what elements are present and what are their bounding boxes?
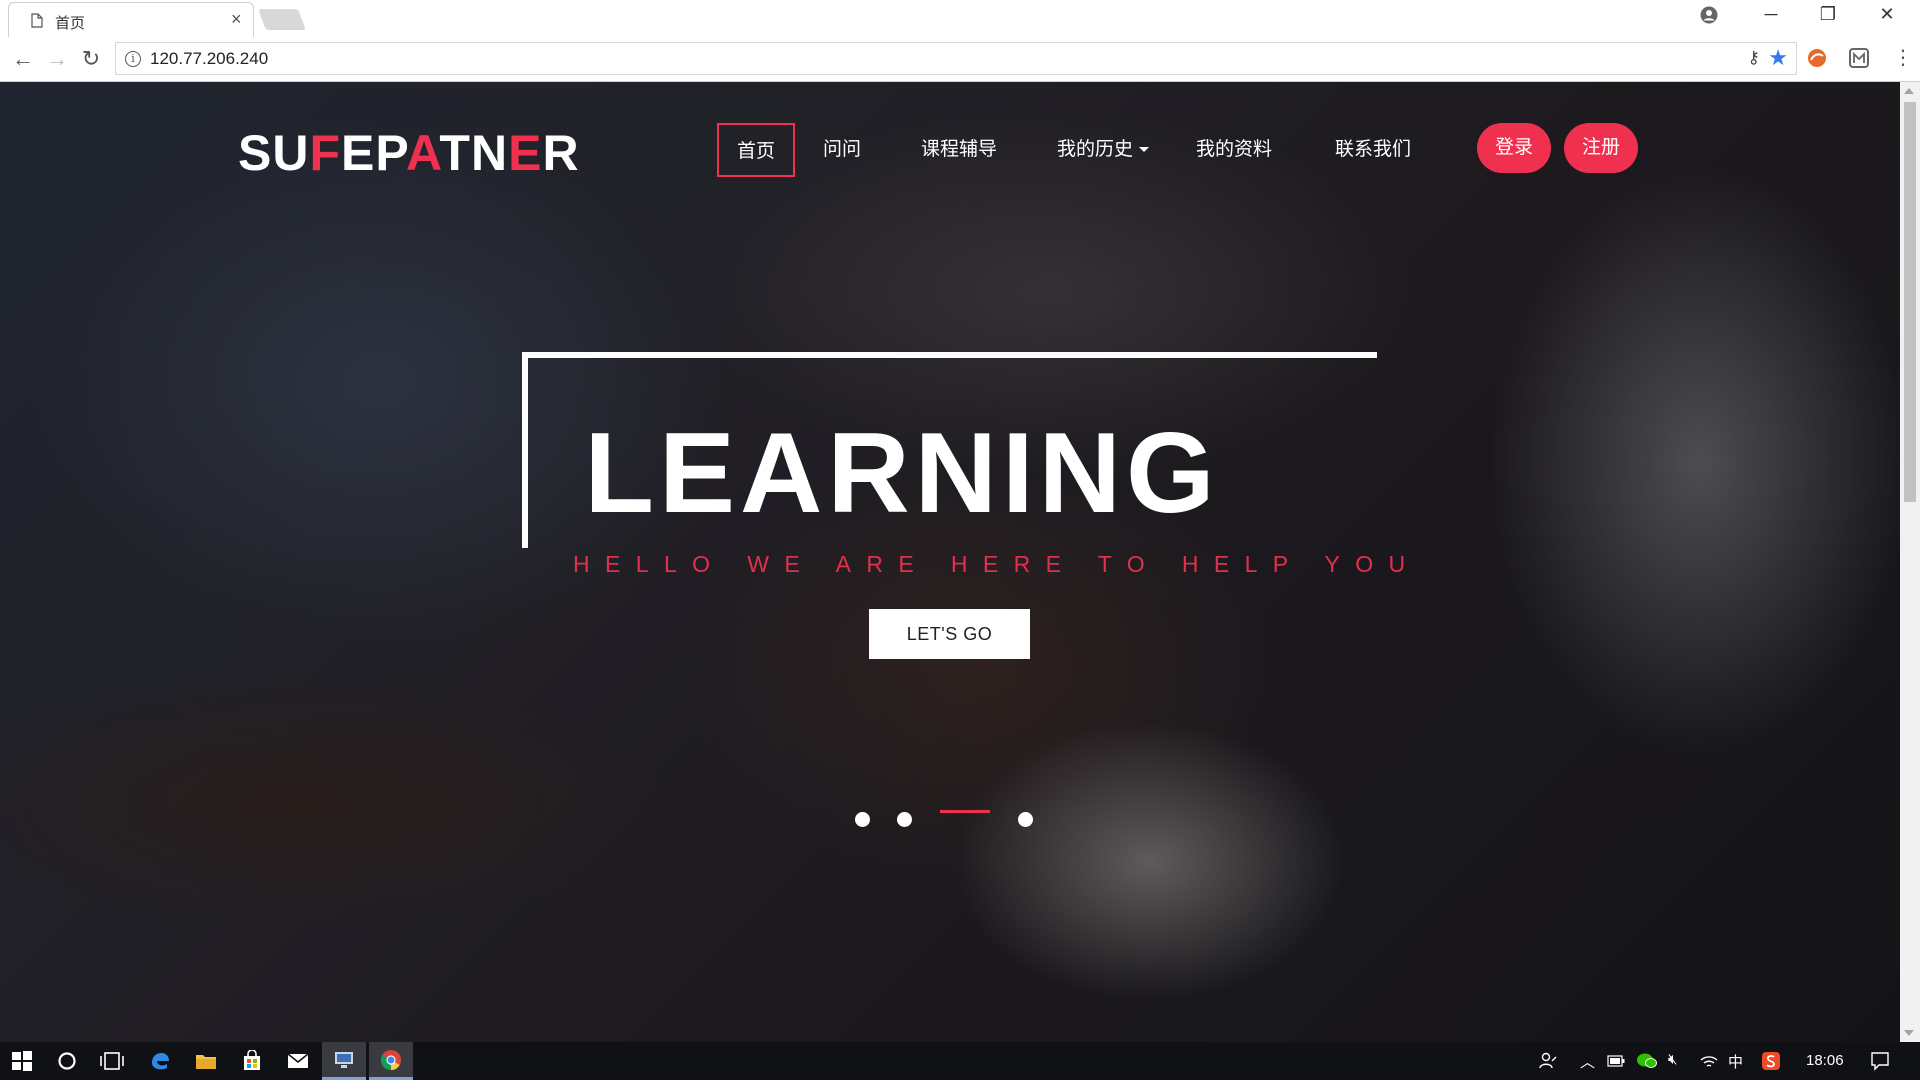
task-view-icon (100, 1052, 124, 1070)
edge-taskbar-button[interactable] (138, 1042, 182, 1080)
browser-menu-icon[interactable]: ⋮ (1893, 45, 1913, 70)
site-logo[interactable]: SUFEPATNER (238, 124, 580, 182)
store-bag-icon (244, 1050, 260, 1070)
logo-part-accent: E (508, 125, 543, 181)
chrome-taskbar-button[interactable] (369, 1042, 413, 1080)
page-scrollbar[interactable] (1900, 82, 1920, 1042)
task-view-button[interactable] (90, 1042, 134, 1080)
file-explorer-button[interactable] (184, 1042, 228, 1080)
hero-frame-top (522, 352, 1377, 358)
app-taskbar-button[interactable] (322, 1042, 366, 1080)
new-tab-button[interactable] (258, 9, 306, 30)
logo-part-accent: F (309, 125, 342, 181)
start-button[interactable] (0, 1042, 44, 1080)
url-text[interactable]: 120.77.206.240 (150, 49, 268, 69)
browser-toolbar: ← → ↻ i 120.77.206.240 ⚷ ★ ⋮ (0, 37, 1920, 82)
logo-part: R (542, 125, 580, 181)
lets-go-button[interactable]: LET'S GO (869, 609, 1030, 659)
forward-icon[interactable]: → (44, 46, 70, 72)
windows-taskbar: ︿ 🔇︎ 中 18:06 (0, 1042, 1920, 1080)
address-bar[interactable]: i 120.77.206.240 ⚷ ★ (115, 42, 1797, 75)
restore-icon[interactable]: ❐ (1813, 4, 1843, 25)
login-button[interactable]: 登录 (1477, 123, 1551, 173)
nav-item-ask[interactable]: 问问 (812, 123, 872, 177)
notification-center-icon[interactable] (1870, 1051, 1890, 1071)
folder-icon (196, 1055, 216, 1069)
battery-icon[interactable] (1607, 1055, 1625, 1067)
wechat-icon[interactable] (1636, 1051, 1658, 1071)
logo-part: SU (238, 125, 310, 181)
slide-dot-active[interactable] (940, 810, 990, 813)
nav-item-history-label: 我的历史 (1056, 139, 1133, 160)
show-hidden-icons-chevron-icon[interactable]: ︿ (1580, 1051, 1595, 1072)
logo-part-accent: A (406, 125, 440, 181)
extension-icon[interactable] (1806, 47, 1828, 69)
nav-item-profile[interactable]: 我的资料 (1189, 123, 1279, 177)
slide-dot[interactable] (855, 812, 870, 827)
page-viewport: SUFEPATNER 首页 问问 课程辅导 我的历史 我的资料 联系我们 登录 … (0, 82, 1900, 1042)
profile-icon[interactable] (1700, 6, 1718, 24)
remote-desktop-icon (335, 1051, 353, 1068)
extension-m-icon[interactable] (1848, 47, 1870, 69)
slide-dot[interactable] (1018, 812, 1033, 827)
nav-item-tutoring[interactable]: 课程辅导 (909, 123, 1009, 177)
reload-icon[interactable]: ↻ (78, 46, 104, 72)
register-button[interactable]: 注册 (1564, 123, 1638, 173)
logo-part: EP (341, 125, 407, 181)
close-window-icon[interactable]: ✕ (1872, 4, 1902, 25)
site-info-icon[interactable]: i (125, 51, 141, 67)
browser-tab-strip: 首页 × ─ ❐ ✕ (0, 0, 1920, 37)
chrome-icon (380, 1049, 401, 1070)
tab-title: 首页 (55, 15, 86, 32)
chevron-down-icon (1139, 147, 1149, 153)
nav-item-history[interactable]: 我的历史 (1047, 123, 1159, 177)
hero-title-text: LEARNING (584, 410, 1220, 537)
key-icon[interactable]: ⚷ (1748, 48, 1760, 68)
scroll-thumb[interactable] (1904, 102, 1916, 502)
sogou-input-icon[interactable] (1761, 1051, 1781, 1071)
back-icon[interactable]: ← (10, 46, 36, 72)
people-icon[interactable] (1538, 1051, 1558, 1071)
cortana-icon (58, 1052, 76, 1070)
search-cortana-button[interactable] (45, 1042, 89, 1080)
ime-indicator[interactable]: 中 (1728, 1051, 1743, 1072)
edge-icon (152, 1053, 169, 1070)
taskbar-clock[interactable]: 18:06 (1806, 1052, 1844, 1069)
slide-dot[interactable] (897, 812, 912, 827)
mail-icon (287, 1053, 309, 1068)
windows-logo-icon (12, 1051, 32, 1071)
scroll-up-icon[interactable] (1904, 88, 1914, 94)
bookmark-star-icon[interactable]: ★ (1768, 45, 1788, 71)
browser-tab[interactable]: 首页 × (8, 2, 254, 37)
nav-item-contact[interactable]: 联系我们 (1314, 123, 1432, 177)
scroll-down-icon[interactable] (1904, 1030, 1914, 1036)
minimize-icon[interactable]: ─ (1756, 4, 1786, 25)
volume-muted-icon[interactable]: 🔇︎ (1668, 1051, 1677, 1068)
tab-close-icon[interactable]: × (231, 9, 242, 30)
wifi-icon[interactable] (1700, 1053, 1718, 1069)
store-button[interactable] (230, 1042, 274, 1080)
mail-button[interactable] (276, 1042, 320, 1080)
nav-item-home[interactable]: 首页 (717, 123, 795, 177)
hero-title: LEARNING (0, 408, 1900, 539)
hero-subtitle: HELLO WE ARE HERE TO HELP YOU (573, 551, 1421, 577)
page-icon (31, 13, 43, 28)
logo-part: TN (439, 125, 509, 181)
